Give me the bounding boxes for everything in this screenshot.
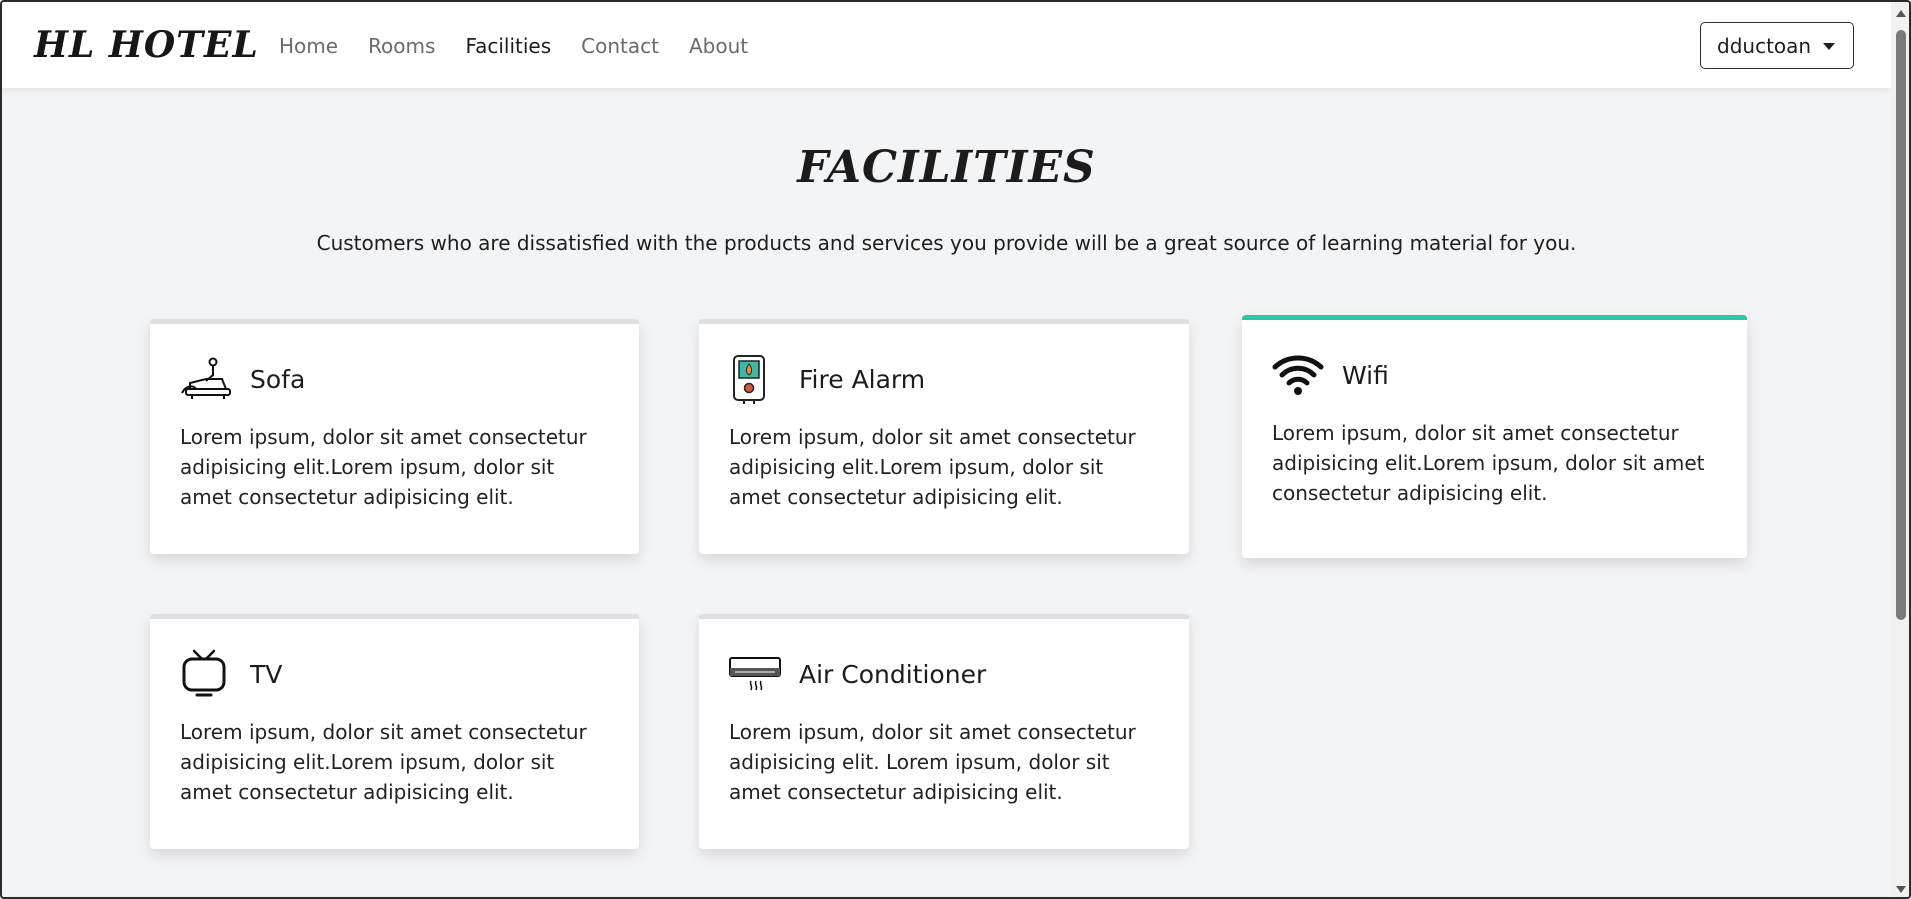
vertical-scrollbar[interactable]	[1891, 2, 1909, 897]
facility-card-sofa[interactable]: Sofa Lorem ipsum, dolor sit amet consect…	[150, 319, 639, 554]
facility-description: Lorem ipsum, dolor sit amet consectetur …	[180, 425, 587, 509]
page-title: FACILITIES	[797, 142, 1096, 193]
nav-link-home[interactable]: Home	[279, 34, 338, 58]
facility-description: Lorem ipsum, dolor sit amet consectetur …	[729, 720, 1136, 804]
caret-down-icon	[1823, 43, 1835, 50]
facility-title: Sofa	[250, 364, 306, 394]
nav-link-facilities[interactable]: Facilities	[465, 34, 551, 58]
nav-link-contact[interactable]: Contact	[581, 34, 659, 58]
air-conditioner-icon	[729, 649, 781, 699]
facility-description: Lorem ipsum, dolor sit amet consectetur …	[729, 425, 1136, 509]
facility-description: Lorem ipsum, dolor sit amet consectetur …	[1272, 421, 1705, 505]
facility-title: TV	[250, 659, 283, 689]
scrollbar-thumb[interactable]	[1896, 30, 1906, 620]
page-subtitle: Customers who are dissatisfied with the …	[316, 231, 1577, 255]
facility-card-air-conditioner[interactable]: Air Conditioner Lorem ipsum, dolor sit a…	[699, 614, 1189, 849]
fire-alarm-icon	[729, 354, 781, 404]
facility-card-tv[interactable]: TV Lorem ipsum, dolor sit amet consectet…	[150, 614, 639, 849]
browser-viewport: HL HOTEL Home Rooms Facilities Contact A…	[0, 0, 1911, 899]
nav-links: Home Rooms Facilities Contact About	[279, 34, 778, 58]
user-dropdown-button[interactable]: dductoan	[1700, 22, 1854, 69]
facility-card-wifi[interactable]: Wifi Lorem ipsum, dolor sit amet consect…	[1242, 315, 1747, 558]
facility-title: Wifi	[1342, 360, 1389, 390]
facility-description: Lorem ipsum, dolor sit amet consectetur …	[180, 720, 587, 804]
nav-link-rooms[interactable]: Rooms	[368, 34, 435, 58]
navbar: HL HOTEL Home Rooms Facilities Contact A…	[2, 2, 1891, 88]
facility-title: Air Conditioner	[799, 659, 987, 689]
user-name: dductoan	[1717, 33, 1812, 58]
wifi-icon	[1272, 350, 1324, 400]
nav-link-about[interactable]: About	[689, 34, 748, 58]
tv-icon	[180, 649, 232, 699]
brand-logo[interactable]: HL HOTEL	[34, 24, 259, 66]
sofa-icon	[180, 354, 232, 404]
scroll-down-icon[interactable]	[1896, 886, 1906, 893]
facility-card-fire-alarm[interactable]: Fire Alarm Lorem ipsum, dolor sit amet c…	[699, 319, 1189, 554]
facility-title: Fire Alarm	[799, 364, 926, 394]
scroll-up-icon[interactable]	[1896, 10, 1906, 17]
